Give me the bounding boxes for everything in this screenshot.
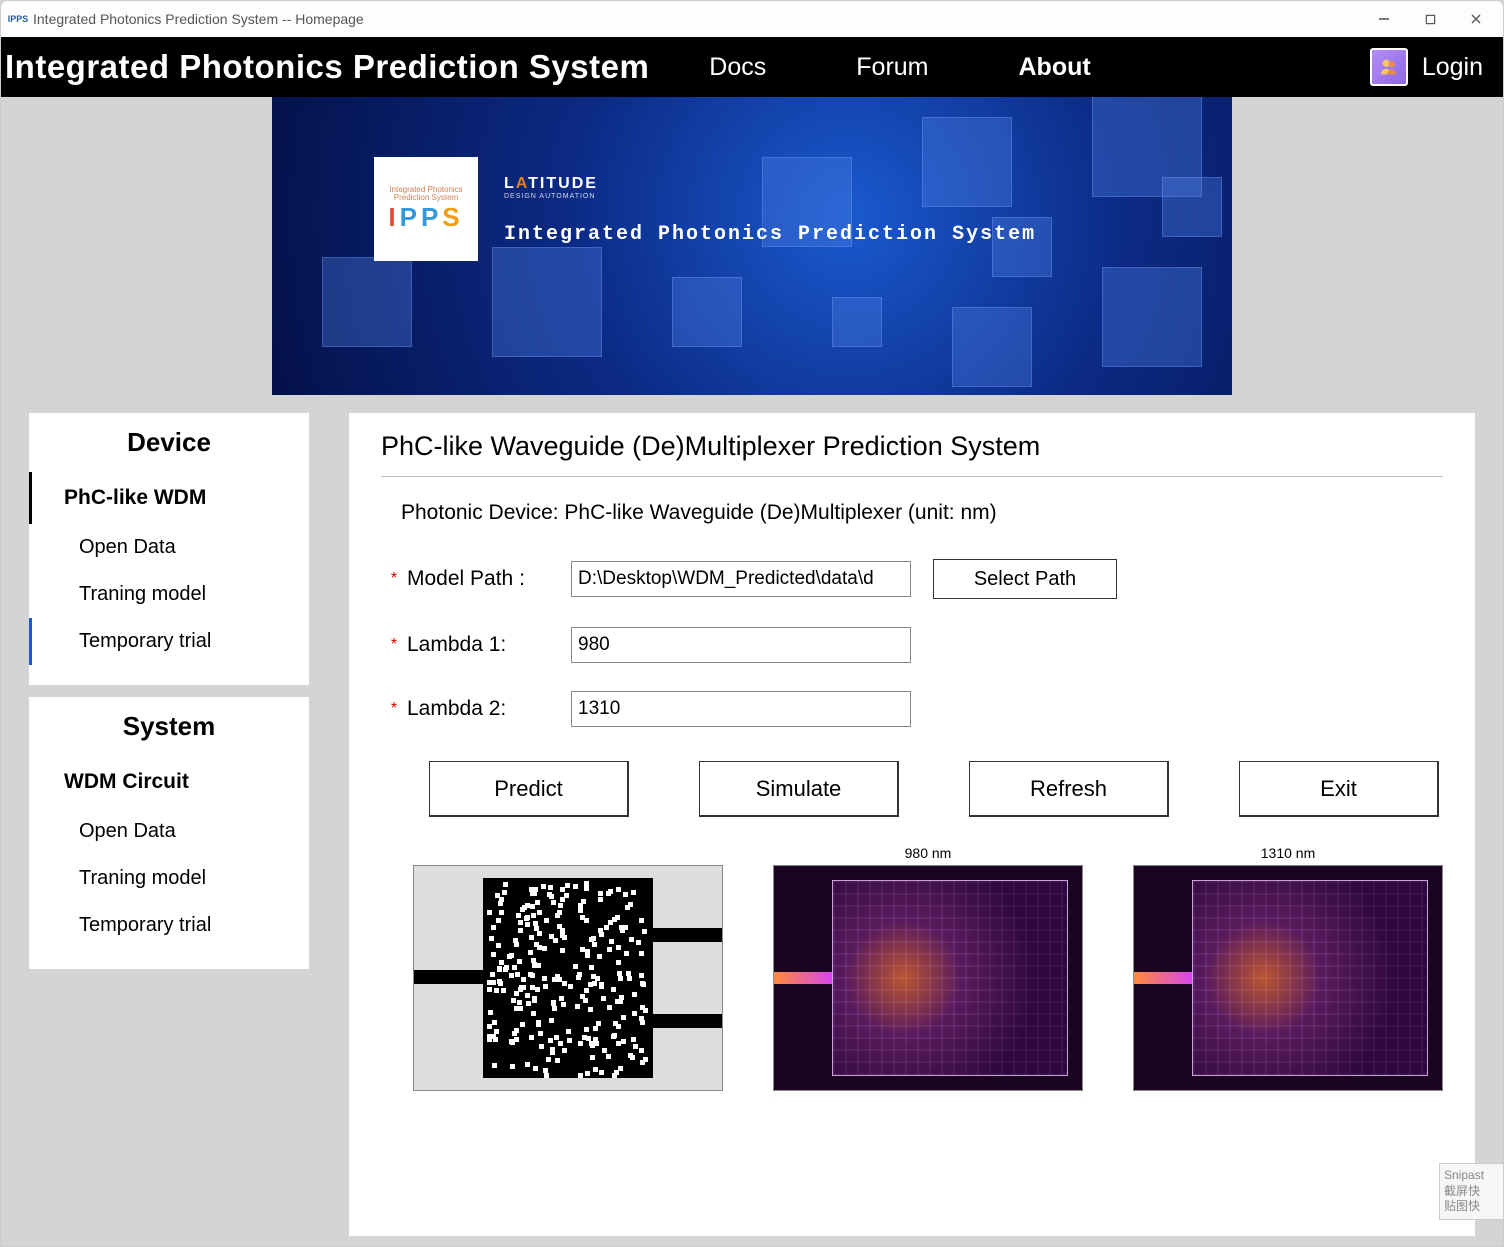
refresh-button[interactable]: Refresh <box>969 761 1169 817</box>
simulate-button[interactable]: Simulate <box>699 761 899 817</box>
label-lambda1: Lambda 1: <box>407 633 571 657</box>
preview-row: 980 nm 1310 nm <box>381 827 1443 1091</box>
predict-button[interactable]: Predict <box>429 761 629 817</box>
window-maximize-button[interactable] <box>1407 4 1453 34</box>
panel-title: PhC-like Waveguide (De)Multiplexer Predi… <box>381 431 1443 477</box>
sidebar-item-device-temporary-trial[interactable]: Temporary trial <box>29 618 309 665</box>
window-minimize-button[interactable] <box>1361 4 1407 34</box>
sidebar-item-system-open-data[interactable]: Open Data <box>29 808 309 855</box>
exit-button[interactable]: Exit <box>1239 761 1439 817</box>
window-close-button[interactable] <box>1453 4 1499 34</box>
sidebar-header-system: System <box>29 697 309 756</box>
nav-link-forum[interactable]: Forum <box>856 53 928 82</box>
sidebar-item-device-open-data[interactable]: Open Data <box>29 524 309 571</box>
select-path-button[interactable]: Select Path <box>933 559 1117 599</box>
login-link[interactable]: Login <box>1422 53 1483 82</box>
window-titlebar: IPPS Integrated Photonics Prediction Sys… <box>1 1 1503 37</box>
banner-tagline: Integrated Photonics Prediction System <box>504 223 1036 246</box>
preview-caption-field1: 980 nm <box>905 845 952 863</box>
sidebar-group-system: System WDM Circuit Open Data Traning mod… <box>29 697 309 969</box>
panel-subtitle: Photonic Device: PhC-like Waveguide (De)… <box>381 477 1443 545</box>
preview-caption-field2: 1310 nm <box>1261 845 1315 863</box>
sidebar-item-system-temporary-trial[interactable]: Temporary trial <box>29 902 309 949</box>
label-lambda2: Lambda 2: <box>407 697 571 721</box>
action-button-row: Predict Simulate Refresh Exit <box>381 741 1443 827</box>
form-row-lambda2: * Lambda 2: <box>381 677 1443 741</box>
sidebar-item-device-training-model[interactable]: Traning model <box>29 571 309 618</box>
sidebar-section-phc-wdm[interactable]: PhC-like WDM <box>29 472 309 524</box>
login-avatar-icon[interactable] <box>1370 48 1408 86</box>
main-panel: PhC-like Waveguide (De)Multiplexer Predi… <box>349 413 1475 1236</box>
sidebar-header-device: Device <box>29 413 309 472</box>
window-title: Integrated Photonics Prediction System -… <box>33 11 364 27</box>
input-lambda1[interactable] <box>571 627 911 663</box>
app-icon: IPPS <box>9 10 27 28</box>
required-marker: * <box>381 700 407 718</box>
required-marker: * <box>381 570 407 588</box>
ipps-logo: Integrated PhotonicsPrediction System IP… <box>374 157 478 261</box>
hero-banner: Integrated PhotonicsPrediction System IP… <box>272 97 1232 395</box>
nav-link-docs[interactable]: Docs <box>709 53 766 82</box>
sidebar: Device PhC-like WDM Open Data Traning mo… <box>29 413 309 1236</box>
form-row-model-path: * Model Path : Select Path <box>381 545 1443 613</box>
nav-link-about[interactable]: About <box>1019 53 1091 82</box>
latitude-logo: LATITUDE DESIGN AUTOMATION <box>504 175 598 200</box>
label-model-path: Model Path : <box>407 567 571 591</box>
sidebar-section-wdm-circuit[interactable]: WDM Circuit <box>29 756 309 808</box>
sidebar-item-system-training-model[interactable]: Traning model <box>29 855 309 902</box>
required-marker: * <box>381 636 407 654</box>
sidebar-group-device: Device PhC-like WDM Open Data Traning mo… <box>29 413 309 685</box>
brand-title: Integrated Photonics Prediction System <box>5 48 649 86</box>
preview-structure-image <box>413 865 723 1091</box>
top-nav: Integrated Photonics Prediction System D… <box>1 37 1503 97</box>
preview-field2-image <box>1133 865 1443 1091</box>
snipaste-overlay: Snipast 截屏快 贴图快 <box>1439 1163 1503 1220</box>
input-model-path[interactable] <box>571 561 911 597</box>
input-lambda2[interactable] <box>571 691 911 727</box>
form-row-lambda1: * Lambda 1: <box>381 613 1443 677</box>
preview-field1-image <box>773 865 1083 1091</box>
